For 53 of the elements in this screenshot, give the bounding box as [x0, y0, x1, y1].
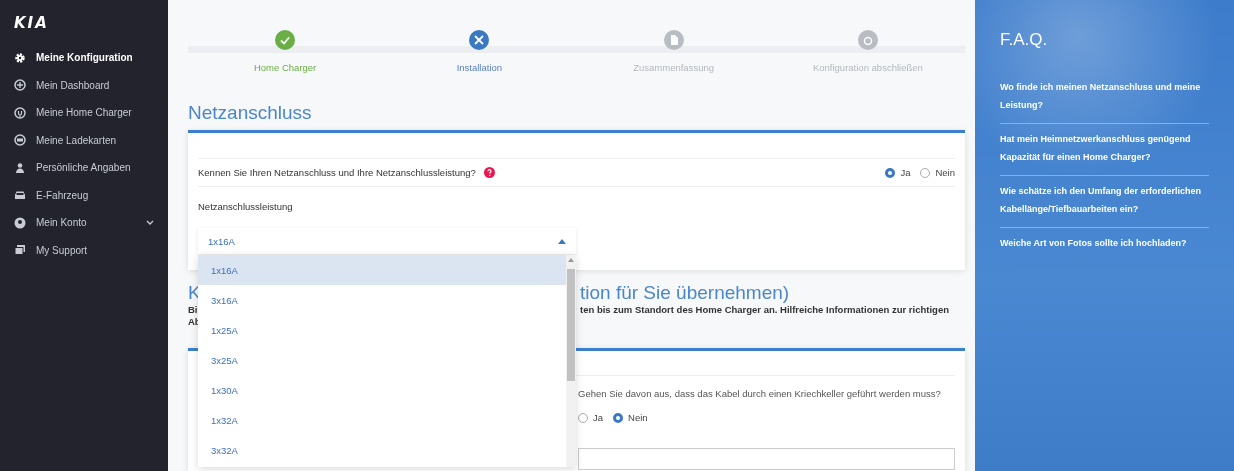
- chat-icon: [14, 244, 26, 257]
- step-label: Konfiguration abschließen: [812, 62, 923, 73]
- sidebar-item[interactable]: Meine Konfiguration: [0, 44, 168, 72]
- user-icon: [14, 161, 26, 174]
- dropdown-option[interactable]: 1x16A: [198, 255, 566, 285]
- input-field[interactable]: [578, 448, 955, 470]
- dashboard-icon: [14, 79, 26, 92]
- step-label: Home Charger: [253, 62, 317, 73]
- radio-option[interactable]: Ja: [578, 412, 604, 423]
- step-circle-icon: [857, 30, 878, 50]
- chevron-icon[interactable]: [146, 219, 154, 226]
- car-icon: [14, 189, 26, 202]
- radio-option[interactable]: Nein: [920, 167, 955, 178]
- sidebar-item[interactable]: E-Fahrzeug: [0, 181, 168, 209]
- faq-title: F.A.Q.: [1000, 30, 1049, 50]
- sidebar-item[interactable]: Mein Konto: [0, 209, 168, 237]
- dropdown-option[interactable]: 1x30A: [198, 375, 566, 405]
- section-title: tion für Sie übernehmen): [580, 282, 790, 304]
- scrollbar-thumb[interactable]: [567, 269, 575, 381]
- dropdown-option[interactable]: 3x25A: [198, 345, 566, 375]
- dropdown-option[interactable]: 3x32A: [198, 435, 566, 465]
- scrollbar[interactable]: [566, 255, 576, 467]
- account-icon: [14, 216, 26, 229]
- field-label: Netzanschlussleistung: [198, 201, 294, 212]
- dropdown-option[interactable]: 1x25A: [198, 315, 566, 345]
- sidebar-item[interactable]: My Support: [0, 236, 168, 264]
- sidebar-item[interactable]: Mein Dashboard: [0, 71, 168, 99]
- caret-icon: [558, 238, 566, 244]
- faq-link[interactable]: Weiche Art von Fotos sollte ich hochladen?: [1000, 228, 1209, 261]
- sidebar-item[interactable]: Meine Home Charger: [0, 99, 168, 127]
- radio-option[interactable]: Ja: [885, 167, 911, 178]
- dropdown-option[interactable]: 1x32A: [198, 405, 566, 435]
- plug-icon: [14, 106, 26, 119]
- question-label: Kennen Sie Ihren Netzanschluss und Ihre Netzanschlussleistung?: [198, 167, 476, 178]
- step-check-icon: [275, 30, 296, 50]
- brand-logo: KIA: [14, 14, 50, 32]
- help-icon[interactable]: [483, 167, 495, 178]
- section-title: Netzanschluss: [188, 102, 313, 124]
- scroll-up-icon[interactable]: [568, 258, 574, 262]
- faq-link[interactable]: Wie schätze ich den Umfang der erforderlichen Kabellänge/Tiefbauarbeiten ein?: [1000, 176, 1209, 228]
- sidebar-item[interactable]: Meine Ladekarten: [0, 126, 168, 154]
- step-document-icon: [663, 30, 684, 50]
- gear-icon: [14, 51, 26, 64]
- question-label: Gehen Sie davon aus, dass das Kabel durch einen Kriechkeller geführt werden muss?: [578, 388, 942, 399]
- step-label: Installation: [456, 62, 503, 73]
- select-field[interactable]: 1x16A: [198, 228, 576, 254]
- step-label: Zusammenfassung: [633, 62, 714, 73]
- description-text: Bi: [188, 304, 198, 316]
- radio-option[interactable]: Nein: [613, 412, 648, 423]
- dropdown-option[interactable]: 3x16A: [198, 285, 566, 315]
- faq-link[interactable]: Hat mein Heimnetzwerkanschluss genügend Kapazität für einen Home Charger?: [1000, 124, 1209, 176]
- sidebar-item[interactable]: Persönliche Angaben: [0, 154, 168, 182]
- description-text: ten bis zum Standort des Home Charger an. Hilfreiche Informationen zur richtigen: [580, 304, 949, 316]
